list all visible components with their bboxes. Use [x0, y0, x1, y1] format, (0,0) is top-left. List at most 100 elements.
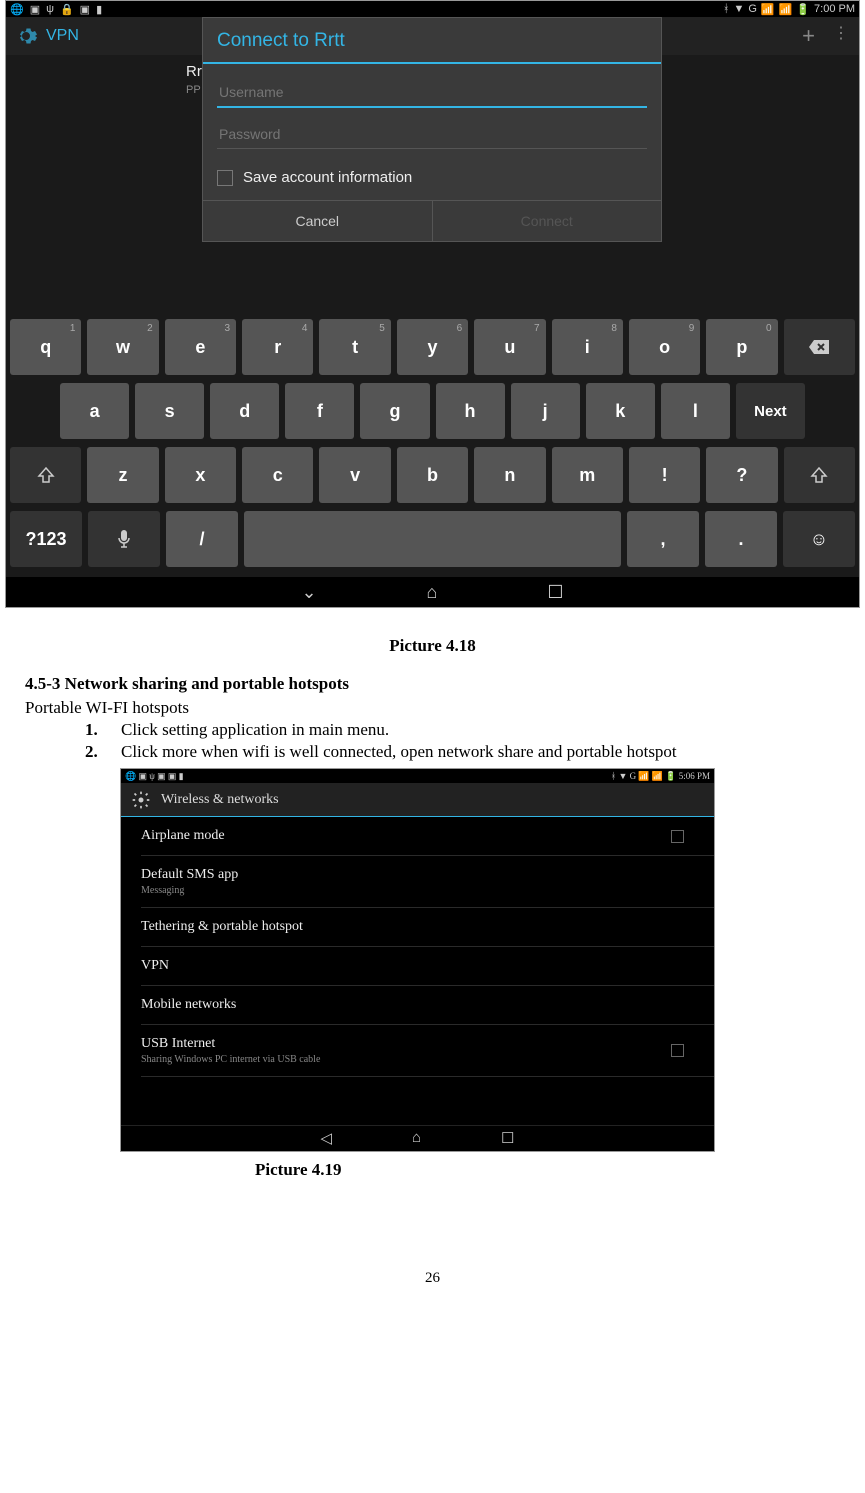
symbols-key[interactable]: ?123: [10, 511, 82, 567]
screenshot-vpn-dialog: 🌐 ▣ ψ 🔒 ▣ ▮ ᚼ ▼ G 📶 📶 🔋 7:00 PM VPN + ⋮ …: [5, 0, 860, 608]
square-icon-2: ▣: [80, 3, 90, 16]
key-exclaim[interactable]: !: [629, 447, 700, 503]
shift-key-right[interactable]: [784, 447, 855, 503]
keyboard-hide-icon[interactable]: ⌄: [301, 582, 316, 603]
key-n[interactable]: n: [474, 447, 545, 503]
mic-icon: [117, 529, 131, 549]
item-label: USB Internet: [141, 1036, 215, 1051]
key-a[interactable]: a: [60, 383, 129, 439]
wireless-list: Airplane mode Default SMS app Messaging …: [121, 817, 714, 1077]
add-vpn-icon[interactable]: +: [802, 23, 815, 49]
item-label: VPN: [141, 958, 169, 974]
key-c[interactable]: c: [242, 447, 313, 503]
usb-internet-item[interactable]: USB Internet Sharing Windows PC internet…: [141, 1025, 714, 1077]
spacer: [121, 1077, 714, 1125]
shift-icon: [37, 466, 55, 484]
network-label: G: [748, 3, 757, 15]
document-body: Picture 4.18 4.5-3 Network sharing and p…: [0, 618, 865, 1190]
key-l[interactable]: l: [661, 383, 730, 439]
key-comma[interactable]: ,: [627, 511, 699, 567]
item-sublabel: Sharing Windows PC internet via USB cabl…: [141, 1054, 320, 1065]
key-g[interactable]: g: [360, 383, 429, 439]
wireless-title: Wireless & networks: [161, 792, 279, 808]
username-input[interactable]: [217, 78, 647, 108]
mobile-networks-item[interactable]: Mobile networks: [141, 986, 714, 1025]
status-bar-2: 🌐 ▣ ψ ▣ ▣ ▮ ᚼ ▼ G 📶 📶 🔋 5:06 PM: [121, 769, 714, 783]
home-icon[interactable]: ⌂: [412, 1130, 421, 1147]
recent-apps-icon[interactable]: ☐: [501, 1129, 514, 1148]
item-label: Airplane mode: [141, 828, 225, 844]
globe-icon: 🌐: [10, 3, 24, 16]
item-label: Tethering & portable hotspot: [141, 919, 303, 935]
airplane-checkbox[interactable]: [671, 830, 684, 843]
status-bar: 🌐 ▣ ψ 🔒 ▣ ▮ ᚼ ▼ G 📶 📶 🔋 7:00 PM: [6, 1, 859, 17]
settings-gear-icon[interactable]: [131, 790, 151, 810]
key-h[interactable]: h: [436, 383, 505, 439]
next-key[interactable]: Next: [736, 383, 805, 439]
vpn-list-item[interactable]: Rr PP: [186, 63, 202, 97]
save-account-label: Save account information: [243, 169, 412, 186]
save-account-checkbox[interactable]: [217, 170, 233, 186]
connect-button[interactable]: Connect: [433, 201, 662, 241]
key-t[interactable]: 5t: [319, 319, 390, 375]
settings-gear-icon[interactable]: [14, 24, 38, 48]
recent-apps-icon[interactable]: ☐: [547, 582, 563, 603]
key-r[interactable]: 4r: [242, 319, 313, 375]
overflow-menu-icon[interactable]: ⋮: [833, 23, 849, 49]
key-f[interactable]: f: [285, 383, 354, 439]
key-p[interactable]: 0p: [706, 319, 777, 375]
keyboard-row-2: a s d f g h j k l Next: [10, 383, 855, 439]
key-x[interactable]: x: [165, 447, 236, 503]
list-text: Click setting application in main menu.: [121, 720, 389, 740]
default-sms-item[interactable]: Default SMS app Messaging: [141, 856, 714, 908]
backspace-key[interactable]: [784, 319, 855, 375]
save-account-row[interactable]: Save account information: [217, 169, 647, 186]
home-icon[interactable]: ⌂: [427, 582, 438, 603]
usb-icon: ψ: [46, 3, 54, 16]
keyboard-row-3: z x c v b n m ! ?: [10, 447, 855, 503]
airplane-mode-item[interactable]: Airplane mode: [141, 817, 714, 856]
signal-icon: 📶: [761, 3, 775, 16]
key-v[interactable]: v: [319, 447, 390, 503]
list-number: 1.: [85, 720, 103, 740]
wireless-header: Wireless & networks: [121, 783, 714, 817]
vpn-title: VPN: [46, 27, 79, 45]
list-text: Click more when wifi is well connected, …: [121, 742, 677, 762]
bluetooth-icon: ᚼ: [723, 3, 730, 15]
key-z[interactable]: z: [87, 447, 158, 503]
vpn-item-type: PP: [186, 84, 201, 96]
key-y[interactable]: 6y: [397, 319, 468, 375]
list-item-1: 1. Click setting application in main men…: [85, 720, 840, 740]
password-input[interactable]: [217, 120, 647, 149]
back-icon[interactable]: ◁: [320, 1129, 332, 1148]
spacebar-key[interactable]: [244, 511, 621, 567]
soft-keyboard: 1q 2w 3e 4r 5t 6y 7u 8i 9o 0p a s d f g …: [6, 315, 859, 577]
emoji-key[interactable]: ☺: [783, 511, 855, 567]
page-number: 26: [0, 1270, 865, 1307]
key-slash[interactable]: /: [166, 511, 238, 567]
key-q[interactable]: 1q: [10, 319, 81, 375]
key-s[interactable]: s: [135, 383, 204, 439]
shift-key-left[interactable]: [10, 447, 81, 503]
key-u[interactable]: 7u: [474, 319, 545, 375]
key-m[interactable]: m: [552, 447, 623, 503]
tethering-item[interactable]: Tethering & portable hotspot: [141, 908, 714, 947]
item-sublabel: Messaging: [141, 885, 238, 896]
bar-icon: ▮: [96, 3, 102, 16]
mic-key[interactable]: [88, 511, 160, 567]
key-question[interactable]: ?: [706, 447, 777, 503]
key-k[interactable]: k: [586, 383, 655, 439]
backspace-icon: [807, 338, 831, 356]
connect-dialog: Connect to Rrtt Save account information…: [202, 17, 662, 242]
usb-checkbox[interactable]: [671, 1044, 684, 1057]
key-d[interactable]: d: [210, 383, 279, 439]
key-period[interactable]: .: [705, 511, 777, 567]
key-j[interactable]: j: [511, 383, 580, 439]
key-o[interactable]: 9o: [629, 319, 700, 375]
cancel-button[interactable]: Cancel: [203, 201, 433, 241]
vpn-item[interactable]: VPN: [141, 947, 714, 986]
key-b[interactable]: b: [397, 447, 468, 503]
key-e[interactable]: 3e: [165, 319, 236, 375]
key-i[interactable]: 8i: [552, 319, 623, 375]
key-w[interactable]: 2w: [87, 319, 158, 375]
